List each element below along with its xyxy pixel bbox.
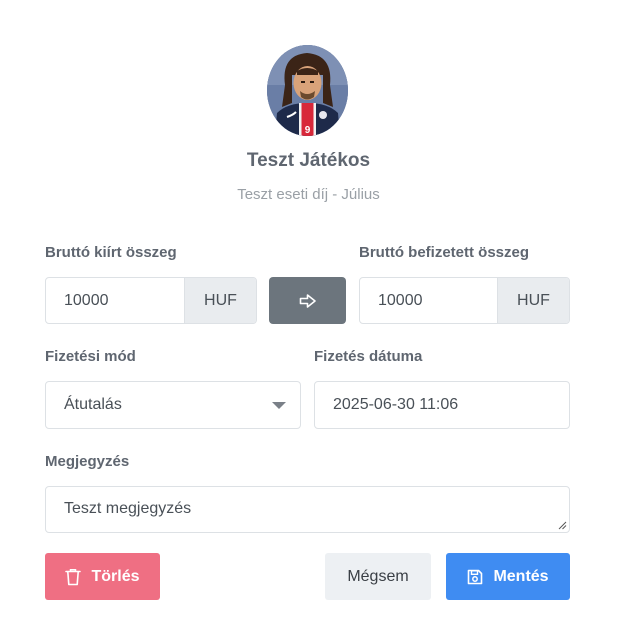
gross-due-input-group: 10000 HUF (45, 277, 257, 324)
payment-date-value: 2025-06-30 11:06 (333, 396, 459, 413)
svg-text:9: 9 (305, 125, 311, 136)
payment-date-label: Fizetés dátuma (314, 348, 423, 365)
player-name: Teszt Játékos (246, 150, 371, 171)
gross-paid-currency: HUF (497, 278, 569, 323)
copy-amount-button[interactable] (269, 277, 346, 324)
payment-date-input[interactable]: 2025-06-30 11:06 (314, 381, 570, 429)
payment-method-value: Átutalás (64, 396, 122, 413)
fee-title: Teszt eseti díj - Július (237, 186, 380, 203)
note-value: Teszt megjegyzés (64, 500, 192, 517)
gross-due-currency: HUF (184, 278, 256, 323)
player-avatar: 9 (267, 45, 348, 136)
delete-button[interactable]: Törlés (45, 553, 160, 600)
save-button-label: Mentés (493, 567, 549, 585)
gross-due-input[interactable]: 10000 (46, 278, 184, 323)
gross-paid-label: Bruttó befizetett összeg (359, 244, 530, 261)
player-avatar-image: 9 (267, 45, 348, 136)
trash-icon (65, 568, 82, 586)
resize-handle-icon[interactable] (557, 520, 567, 530)
save-button[interactable]: Mentés (446, 553, 570, 600)
note-label: Megjegyzés (45, 453, 130, 470)
caret-down-icon (272, 402, 286, 409)
gross-due-label: Bruttó kiírt összeg (45, 244, 177, 261)
note-textarea[interactable]: Teszt megjegyzés (45, 486, 570, 533)
payment-method-select[interactable]: Átutalás (45, 381, 301, 429)
delete-button-label: Törlés (91, 567, 140, 585)
payment-method-label: Fizetési mód (45, 348, 136, 365)
arrow-right-icon (299, 293, 316, 308)
floppy-disk-icon (467, 569, 483, 585)
gross-paid-input[interactable]: 10000 (360, 278, 497, 323)
gross-paid-input-group: 10000 HUF (359, 277, 570, 324)
cancel-button[interactable]: Mégsem (325, 553, 431, 600)
cancel-button-label: Mégsem (347, 567, 409, 585)
